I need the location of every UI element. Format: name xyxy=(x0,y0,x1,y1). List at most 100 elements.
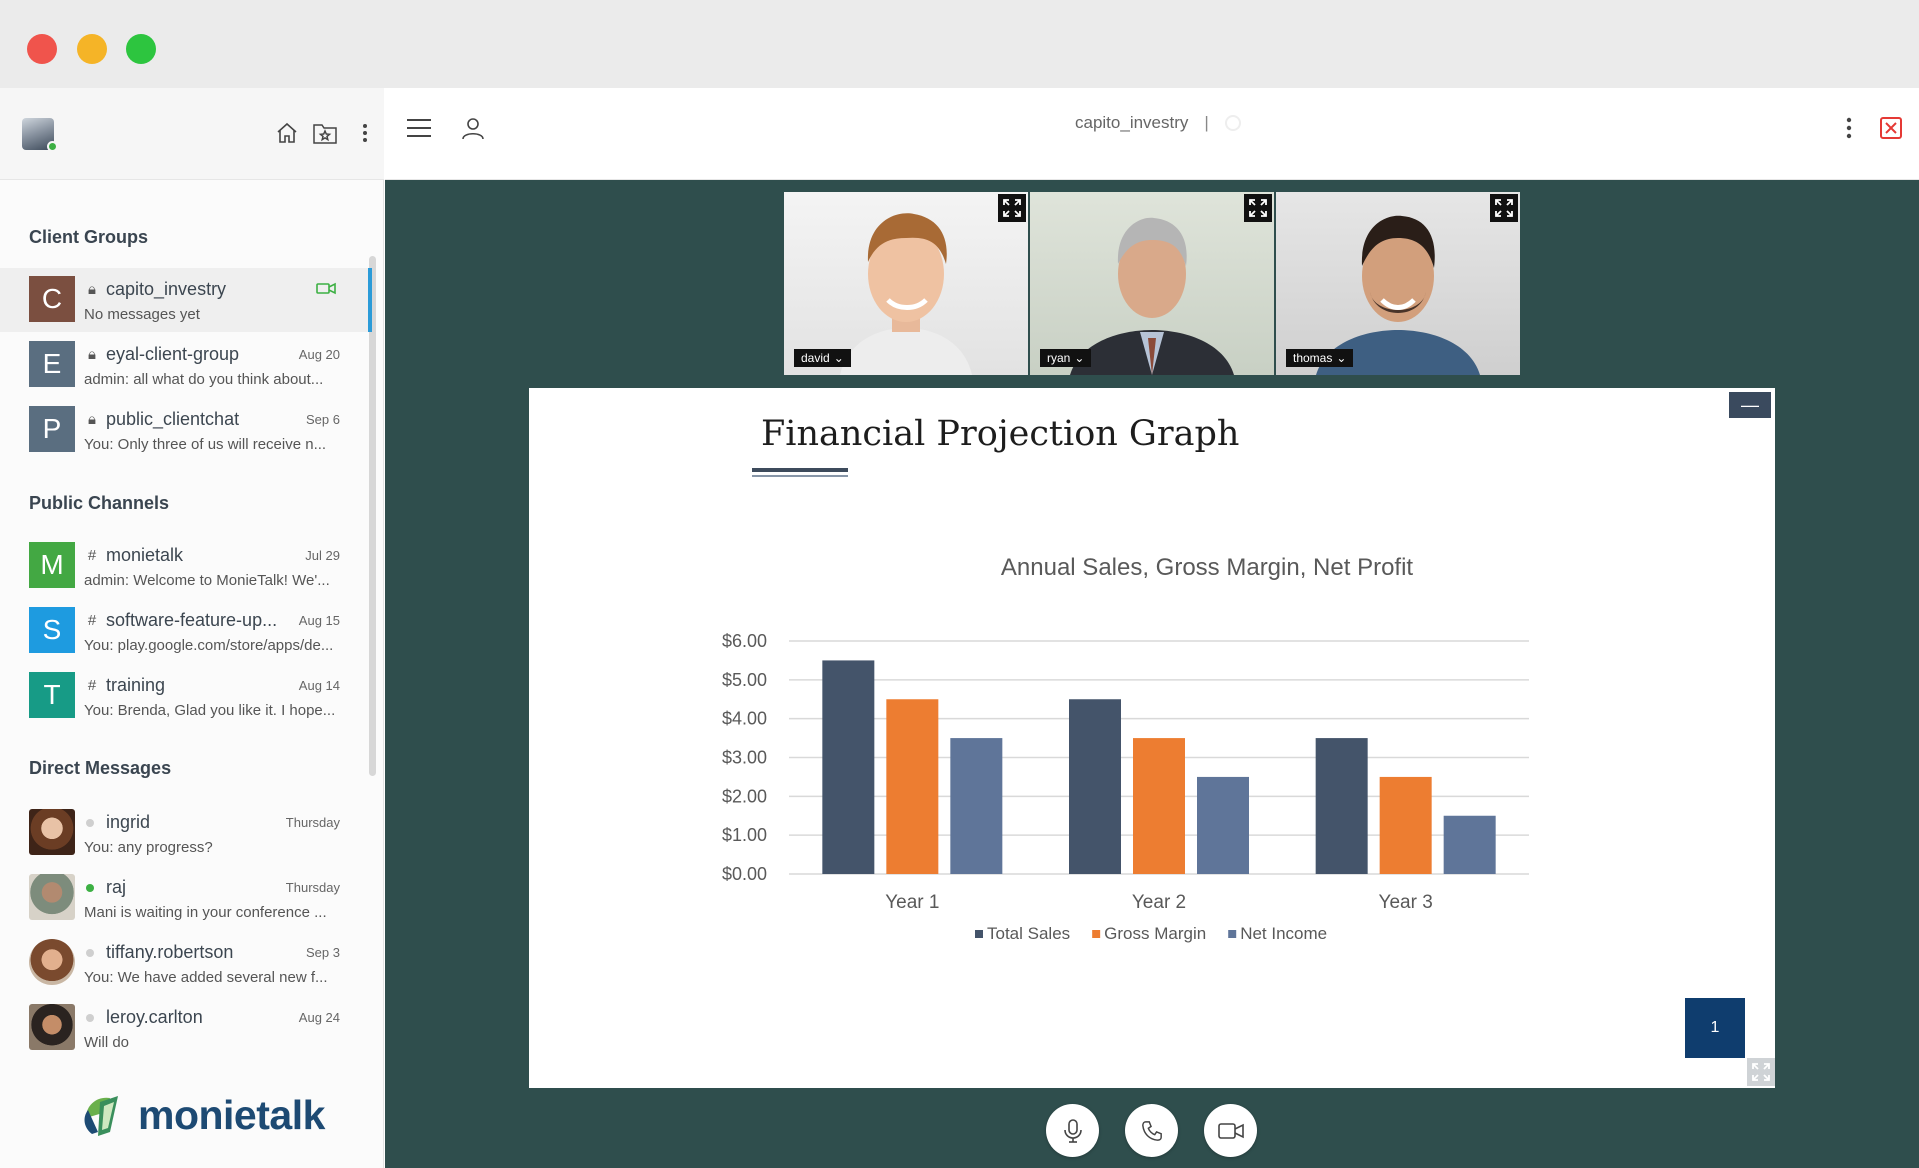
window-titlebar xyxy=(0,0,1919,88)
participant-video-feed xyxy=(840,213,972,375)
y-tick-label: $4.00 xyxy=(722,709,767,729)
channel-name: training xyxy=(106,675,166,695)
legend-swatch xyxy=(975,930,983,938)
legend-label: Total Sales xyxy=(987,924,1070,943)
user-avatar[interactable] xyxy=(22,118,58,152)
chart-title: Annual Sales, Gross Margin, Net Profit xyxy=(1001,554,1414,581)
window-maximize-button[interactable] xyxy=(126,34,156,64)
presence-dot xyxy=(86,1013,94,1022)
contact-avatar xyxy=(29,809,75,855)
monietalk-logo: monietalk xyxy=(78,1088,325,1142)
contact-name: leroy.carlton xyxy=(106,1007,203,1027)
x-tick-label: Year 3 xyxy=(1379,892,1433,913)
client-group-item[interactable]: E 🔒︎ eyal-client-group Aug 20 admin: all … xyxy=(0,333,372,397)
client-group-item[interactable]: P 🔒︎ public_clientchat Sep 6 You: Only th… xyxy=(0,398,372,462)
expand-video-icon[interactable] xyxy=(1244,194,1272,222)
client-group-item[interactable]: C 🔒︎ capito_investry No messages yet xyxy=(0,268,372,332)
hamburger-menu-icon[interactable] xyxy=(401,110,437,146)
channel-avatar: T xyxy=(29,672,75,718)
monietalk-logo-icon xyxy=(84,1096,118,1136)
bar-net-income xyxy=(1443,815,1496,874)
bar-gross-margin xyxy=(1379,776,1432,874)
bar-net-income xyxy=(1197,776,1249,874)
participant-video-tile[interactable]: david ⌄ xyxy=(784,192,1028,375)
participant-video-tile[interactable]: ryan ⌄ xyxy=(1030,192,1274,375)
participant-video-feed xyxy=(1316,215,1480,375)
y-tick-label: $6.00 xyxy=(722,631,767,651)
hash-icon: # xyxy=(87,612,97,629)
public-channel-item[interactable]: S # software-feature-up... Aug 15 You: pl… xyxy=(0,599,372,663)
y-tick-label: $5.00 xyxy=(722,670,767,690)
public-channel-item[interactable]: T # training Aug 14 You: Brenda, Glad you… xyxy=(0,664,372,728)
sidebar: Client Groups C 🔒︎ capito_investry No mes… xyxy=(0,88,384,1168)
public-channel-item[interactable]: M # monietalk Jul 29 admin: Welcome to Mo… xyxy=(0,534,372,598)
bar-net-income xyxy=(950,738,1003,874)
starred-folder-icon[interactable] xyxy=(310,118,340,148)
contact-avatar xyxy=(29,1004,75,1050)
legend-label: Gross Margin xyxy=(1104,924,1206,943)
video-camera-icon xyxy=(1217,1122,1244,1139)
participant-video-tile[interactable]: thomas ⌄ xyxy=(1276,192,1520,375)
lock-icon: 🔒︎ xyxy=(88,411,96,428)
channel-preview: You: Brenda, Glad you like it. I hope... xyxy=(84,702,336,719)
y-tick-label: $0.00 xyxy=(722,864,767,884)
y-tick-label: $2.00 xyxy=(722,786,767,806)
section-title-direct-messages: Direct Messages xyxy=(29,758,172,778)
message-date: Sep 3 xyxy=(306,945,340,960)
window-close-button[interactable] xyxy=(27,34,57,64)
participant-name-label[interactable]: david ⌄ xyxy=(794,349,851,367)
bar-total-sales xyxy=(1315,738,1368,874)
financial-bar-chart: Annual Sales, Gross Margin, Net Profit $0… xyxy=(722,554,1529,943)
direct-message-item[interactable]: raj Thursday Mani is waiting in your con… xyxy=(0,866,372,930)
shared-presentation-slide: Financial Projection Graph — Annual Sale… xyxy=(529,388,1775,1088)
channel-name: software-feature-up... xyxy=(106,610,278,630)
group-name: capito_investry xyxy=(106,279,227,299)
y-tick-label: $3.00 xyxy=(722,748,767,768)
window-minimize-button[interactable] xyxy=(77,34,107,64)
expand-video-icon[interactable] xyxy=(998,194,1026,222)
conversation-topbar: capito_investry | xyxy=(385,88,1919,180)
direct-message-item[interactable]: leroy.carlton Aug 24 Will do xyxy=(0,996,372,1060)
participant-name-label[interactable]: ryan ⌄ xyxy=(1040,349,1092,367)
direct-message-item[interactable]: ingrid Thursday You: any progress? xyxy=(0,801,372,865)
group-preview: No messages yet xyxy=(84,306,200,323)
user-profile-icon[interactable] xyxy=(455,110,491,146)
channel-name: monietalk xyxy=(106,545,184,565)
phone-button[interactable] xyxy=(1125,1104,1178,1157)
participant-name: ryan xyxy=(1047,351,1071,365)
participant-video-feed xyxy=(1070,217,1234,375)
channel-avatar: M xyxy=(29,542,75,588)
bar-gross-margin xyxy=(886,699,939,874)
group-preview: admin: all what do you think about... xyxy=(84,371,324,388)
group-preview: You: Only three of us will receive n... xyxy=(84,436,327,453)
chevron-down-icon: ⌄ xyxy=(1074,351,1085,365)
conference-area: david ⌄ ryan ⌄ thomas ⌄ Financial Projectio xyxy=(385,180,1919,1168)
page-number-badge: 1 xyxy=(1685,998,1745,1058)
more-vertical-icon[interactable] xyxy=(350,118,380,148)
legend-swatch xyxy=(1228,930,1237,938)
group-name: eyal-client-group xyxy=(106,344,240,364)
contact-avatar xyxy=(29,874,75,920)
contact-name: tiffany.robertson xyxy=(106,942,234,962)
direct-message-item[interactable]: tiffany.robertson Sep 3 You: We have add… xyxy=(0,931,372,995)
contact-name: ingrid xyxy=(106,812,151,832)
bar-gross-margin xyxy=(1133,738,1185,874)
channel-avatar: S xyxy=(29,607,75,653)
participant-name-label[interactable]: thomas ⌄ xyxy=(1286,349,1354,367)
message-preview: Mani is waiting in your conference ... xyxy=(84,904,327,921)
fullscreen-icon[interactable] xyxy=(1747,1058,1775,1086)
close-call-icon[interactable] xyxy=(1873,110,1909,146)
microphone-icon xyxy=(1063,1118,1082,1143)
chevron-down-icon: ⌄ xyxy=(1336,351,1347,365)
more-vertical-icon[interactable] xyxy=(1831,110,1867,146)
contact-avatar xyxy=(29,939,75,985)
chevron-down-icon: ⌄ xyxy=(833,351,844,365)
home-icon[interactable] xyxy=(272,118,302,148)
video-camera-button[interactable] xyxy=(1204,1104,1257,1157)
section-title-public-channels: Public Channels xyxy=(29,493,170,513)
title-separator: | xyxy=(1204,113,1209,132)
message-date: Thursday xyxy=(285,880,340,895)
video-call-active-icon xyxy=(316,281,336,300)
microphone-button[interactable] xyxy=(1046,1104,1099,1157)
expand-video-icon[interactable] xyxy=(1490,194,1518,222)
